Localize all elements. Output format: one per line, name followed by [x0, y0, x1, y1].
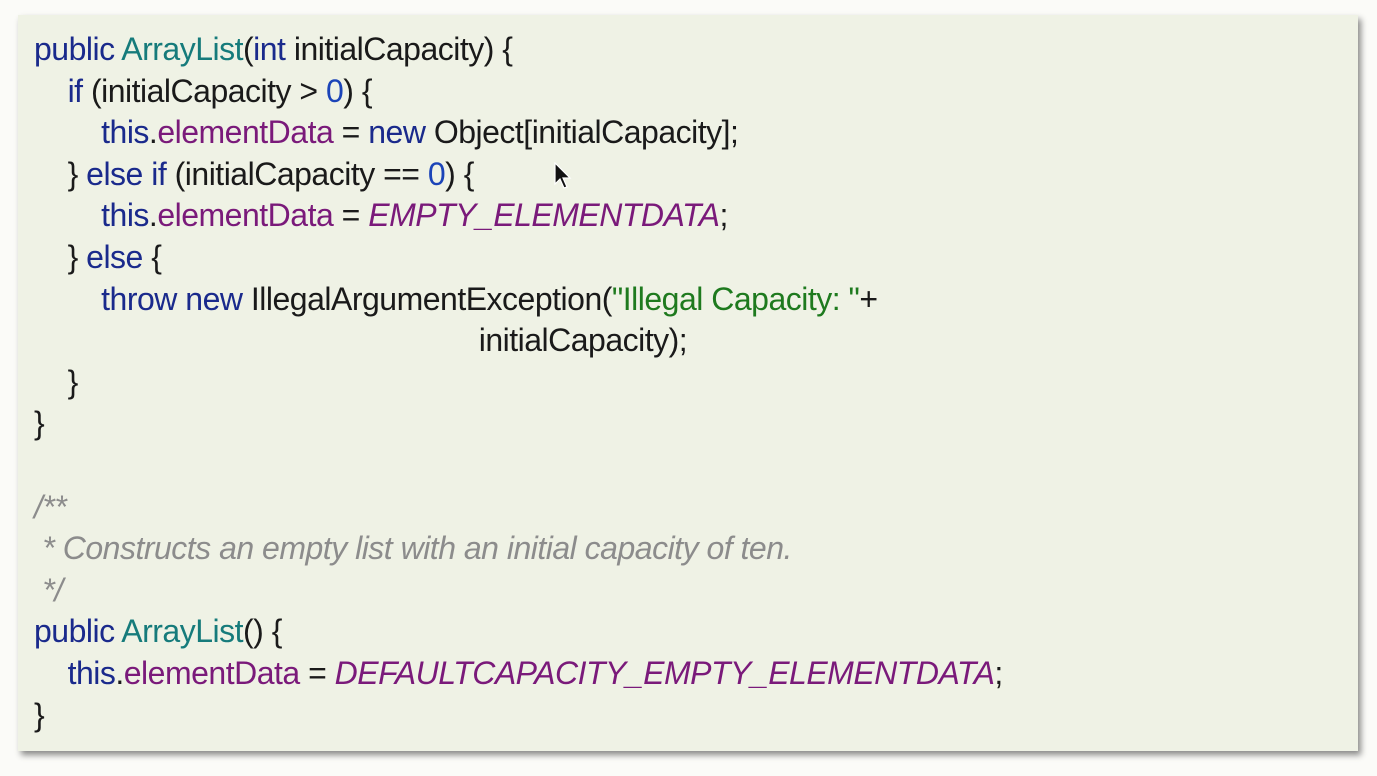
code-line: public ArrayList() {	[34, 611, 1003, 653]
code-token: ArrayList	[121, 613, 243, 650]
code-line: initialCapacity);	[34, 320, 1003, 362]
code-line: }	[34, 403, 1003, 445]
code-token: elementData	[123, 654, 300, 691]
code-token: 0	[326, 72, 344, 109]
code-token: () {	[242, 613, 282, 650]
code-token: "Illegal Capacity: "	[611, 280, 860, 317]
mouse-pointer-icon	[554, 162, 572, 189]
code-line: throw new IllegalArgumentException("Ille…	[34, 279, 1003, 321]
code-token: }	[34, 363, 79, 400]
code-token: */	[34, 571, 63, 608]
slide: public ArrayList(int initialCapacity) { …	[0, 0, 1377, 776]
code-token: +	[859, 280, 878, 317]
code-token: =	[333, 114, 369, 151]
code-token: else if	[86, 155, 167, 192]
code-line: }	[34, 362, 1003, 404]
code-line: public ArrayList(int initialCapacity) {	[34, 29, 1003, 71]
code-token: new	[368, 114, 426, 151]
code-line: /**	[34, 487, 1003, 529]
code-token: public	[34, 613, 122, 650]
code-line: }	[34, 695, 1003, 737]
code-token: ;	[994, 654, 1003, 691]
code-token: /**	[34, 488, 67, 525]
code-token: IllegalArgumentException(	[242, 280, 613, 317]
code-token: initialCapacity);	[34, 322, 688, 359]
code-token: {	[142, 238, 162, 275]
code-line: this.elementData = new Object[initialCap…	[34, 112, 1003, 154]
code-token: DEFAULTCAPACITY_EMPTY_ELEMENTDATA	[334, 654, 995, 691]
code-token: this	[101, 197, 149, 234]
code-token: }	[34, 238, 87, 275]
code-line: if (initialCapacity > 0) {	[34, 71, 1003, 113]
code-token: ) {	[343, 72, 373, 109]
code-token: (initialCapacity >	[82, 72, 326, 109]
code-token: (initialCapacity ==	[166, 155, 428, 192]
code-token: 0	[427, 155, 446, 192]
code-token: * Constructs an empty list with an initi…	[34, 530, 792, 567]
code-line: * Constructs an empty list with an initi…	[34, 528, 1003, 570]
code-line: } else if (initialCapacity == 0) {	[34, 154, 1003, 196]
code-token: elementData	[157, 114, 334, 151]
code-token: }	[34, 155, 87, 192]
code-token: this	[101, 114, 149, 151]
code-token: }	[34, 696, 45, 733]
code-token: elementData	[157, 197, 334, 234]
code-token: ArrayList	[121, 31, 243, 67]
code-token: =	[333, 197, 369, 234]
code-token: throw new	[101, 280, 243, 317]
code-block: public ArrayList(int initialCapacity) { …	[34, 29, 1003, 736]
code-token: =	[299, 654, 335, 691]
code-token: public	[34, 31, 122, 67]
code-line: */	[34, 570, 1003, 612]
code-token: if	[67, 72, 84, 109]
code-token: EMPTY_ELEMENTDATA	[368, 197, 720, 234]
code-token: this	[67, 654, 116, 691]
code-token: Object[initialCapacity];	[425, 114, 739, 151]
code-line: } else {	[34, 237, 1003, 279]
code-token: .	[115, 654, 124, 691]
code-line: this.elementData = EMPTY_ELEMENTDATA;	[34, 195, 1003, 237]
code-panel: public ArrayList(int initialCapacity) { …	[18, 15, 1358, 751]
code-token: }	[34, 405, 45, 442]
code-line: this.elementData = DEFAULTCAPACITY_EMPTY…	[34, 653, 1004, 695]
code-token: ;	[719, 197, 728, 234]
code-token: ) {	[445, 155, 474, 192]
code-token: else	[86, 238, 143, 275]
code-token: (	[242, 31, 254, 67]
code-token: int	[253, 31, 286, 67]
code-token: initialCapacity) {	[285, 31, 513, 67]
